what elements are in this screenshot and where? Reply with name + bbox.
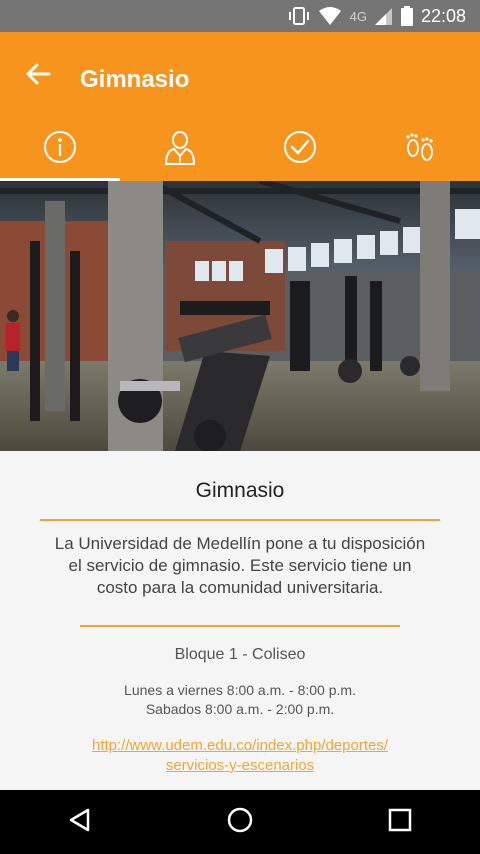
status-bar: 4G 22:08 [0, 0, 480, 32]
arrow-back-icon [25, 61, 51, 92]
page-title: Gimnasio [80, 66, 190, 93]
person-icon [163, 129, 197, 170]
status-time: 22:08 [420, 5, 466, 26]
check-circle-icon [283, 130, 317, 169]
gym-photo [0, 181, 480, 451]
tab-footprints[interactable] [360, 118, 480, 181]
wifi-icon [318, 6, 342, 26]
info-icon [43, 130, 77, 169]
tab-person[interactable] [120, 118, 240, 181]
recents-square-icon [388, 808, 412, 837]
tab-info[interactable] [0, 118, 120, 181]
vibrate-icon [288, 6, 310, 26]
app-bar: Gimnasio [0, 32, 480, 118]
title-divider [40, 519, 440, 521]
location-text: Bloque 1 - Coliseo [174, 646, 306, 663]
back-button[interactable] [20, 58, 56, 94]
system-nav-bar [0, 790, 480, 854]
nav-recents-button[interactable] [370, 792, 430, 852]
tab-check[interactable] [240, 118, 360, 181]
description-divider [80, 625, 400, 627]
network-type-label: 4G [349, 8, 367, 24]
content-title: Gimnasio [195, 479, 285, 502]
hours-saturday: Sabados 8:00 a.m. - 2:00 p.m. [145, 701, 335, 717]
nav-home-button[interactable] [210, 792, 270, 852]
hours-block: Lunes a viernes 8:00 a.m. - 8:00 p.m. Sa… [0, 681, 480, 719]
nav-back-button[interactable] [50, 792, 110, 852]
website-link-line1[interactable]: http://www.udem.edu.co/index.php/deporte… [50, 736, 430, 756]
signal-icon [373, 6, 393, 26]
status-icons: 4G 22:08 [288, 0, 466, 32]
footprints-icon [402, 129, 438, 170]
hours-weekdays: Lunes a viernes 8:00 a.m. - 8:00 p.m. [124, 682, 356, 698]
website-link[interactable]: http://www.udem.edu.co/index.php/deporte… [50, 736, 430, 776]
content-panel: Gimnasio La Universidad de Medellín pone… [0, 451, 480, 790]
website-link-line2[interactable]: servicios-y-escenarios [50, 756, 430, 776]
tab-bar [0, 118, 480, 181]
home-circle-icon [226, 806, 254, 839]
description-text: La Universidad de Medellín pone a tu dis… [54, 534, 426, 597]
back-triangle-icon [67, 807, 93, 838]
battery-icon [400, 6, 413, 26]
